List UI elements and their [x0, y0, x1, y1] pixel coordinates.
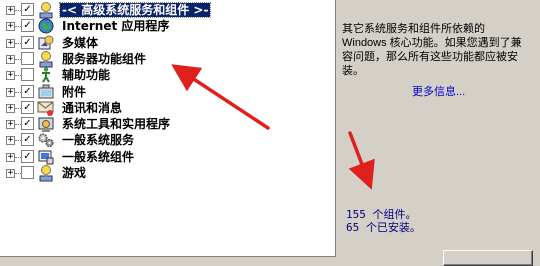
expand-plus-icon[interactable]: +	[6, 103, 15, 113]
info-bulb-icon	[37, 164, 55, 182]
tree-item-label[interactable]: 通讯和消息	[60, 101, 124, 115]
tree-item-label[interactable]: -< 高级系统服务和组件 >-	[58, 2, 212, 18]
dialog-button-edge[interactable]	[443, 250, 533, 266]
tree-item-label[interactable]: 游戏	[60, 166, 88, 180]
component-checkbox[interactable]	[21, 51, 34, 65]
component-checkbox[interactable]: ✓	[21, 3, 34, 16]
tree-item-label[interactable]: 系统工具和实用程序	[60, 117, 172, 131]
installed-components-text: 65 个已安装。	[346, 221, 421, 234]
component-description: 其它系统服务和组件所依赖的 Windows 核心功能。如果您遇到了兼容问题，那么…	[342, 23, 522, 77]
expand-plus-icon[interactable]: +	[6, 54, 15, 64]
info-bulb-icon	[37, 1, 55, 19]
expand-plus-icon[interactable]: +	[6, 120, 15, 130]
system-tools-icon	[37, 115, 55, 133]
globe-icon	[37, 17, 55, 35]
tree-item-label[interactable]: 附件	[60, 85, 88, 99]
component-checkbox[interactable]: ✓	[21, 100, 34, 114]
component-checkbox[interactable]: ✓	[21, 117, 34, 131]
tree-item-label[interactable]: 多媒体	[60, 36, 100, 50]
expand-plus-icon[interactable]: +	[6, 87, 15, 97]
component-checkbox[interactable]	[21, 68, 34, 82]
expand-plus-icon[interactable]: +	[6, 22, 15, 32]
component-checkbox[interactable]	[21, 166, 34, 179]
component-checkbox[interactable]: ✓	[21, 19, 34, 33]
component-tree[interactable]: + ✓ -< 高级系统服务和组件 >- + ✓ Internet 应用程序 + ✓ 多媒体 + 服务…	[0, 0, 336, 257]
component-counts: 155 个组件。 65 个已安装。	[346, 208, 421, 234]
tree-item[interactable]: + 游戏	[0, 164, 336, 182]
tree-item-label[interactable]: 一般系统组件	[60, 150, 136, 164]
total-components-text: 155 个组件。	[346, 208, 417, 221]
communication-icon	[37, 99, 55, 117]
component-checkbox[interactable]: ✓	[21, 133, 34, 147]
expand-plus-icon[interactable]: +	[6, 152, 15, 162]
expand-plus-icon[interactable]: +	[6, 71, 15, 81]
gears-icon	[37, 131, 55, 149]
expand-plus-icon[interactable]: +	[6, 136, 15, 146]
expand-plus-icon[interactable]: +	[6, 6, 15, 15]
component-checkbox[interactable]: ✓	[21, 35, 34, 49]
multimedia-icon	[37, 34, 55, 52]
component-checkbox[interactable]: ✓	[21, 84, 34, 98]
more-info-link[interactable]: 更多信息...	[412, 83, 465, 99]
tree-item-label[interactable]: Internet 应用程序	[60, 19, 171, 33]
expand-plus-icon[interactable]: +	[6, 169, 15, 178]
info-bulb-icon	[37, 50, 55, 68]
annotation-arrow	[348, 131, 375, 190]
component-checkbox[interactable]: ✓	[21, 149, 34, 163]
components-icon	[37, 148, 55, 166]
tree-item-label[interactable]: 服务器功能组件	[60, 52, 148, 66]
accessibility-icon	[37, 66, 55, 84]
tree-item-label[interactable]: 辅助功能	[60, 68, 112, 82]
accessories-icon	[37, 83, 55, 101]
tree-item-label[interactable]: 一般系统服务	[60, 133, 136, 147]
expand-plus-icon[interactable]: +	[6, 38, 15, 48]
